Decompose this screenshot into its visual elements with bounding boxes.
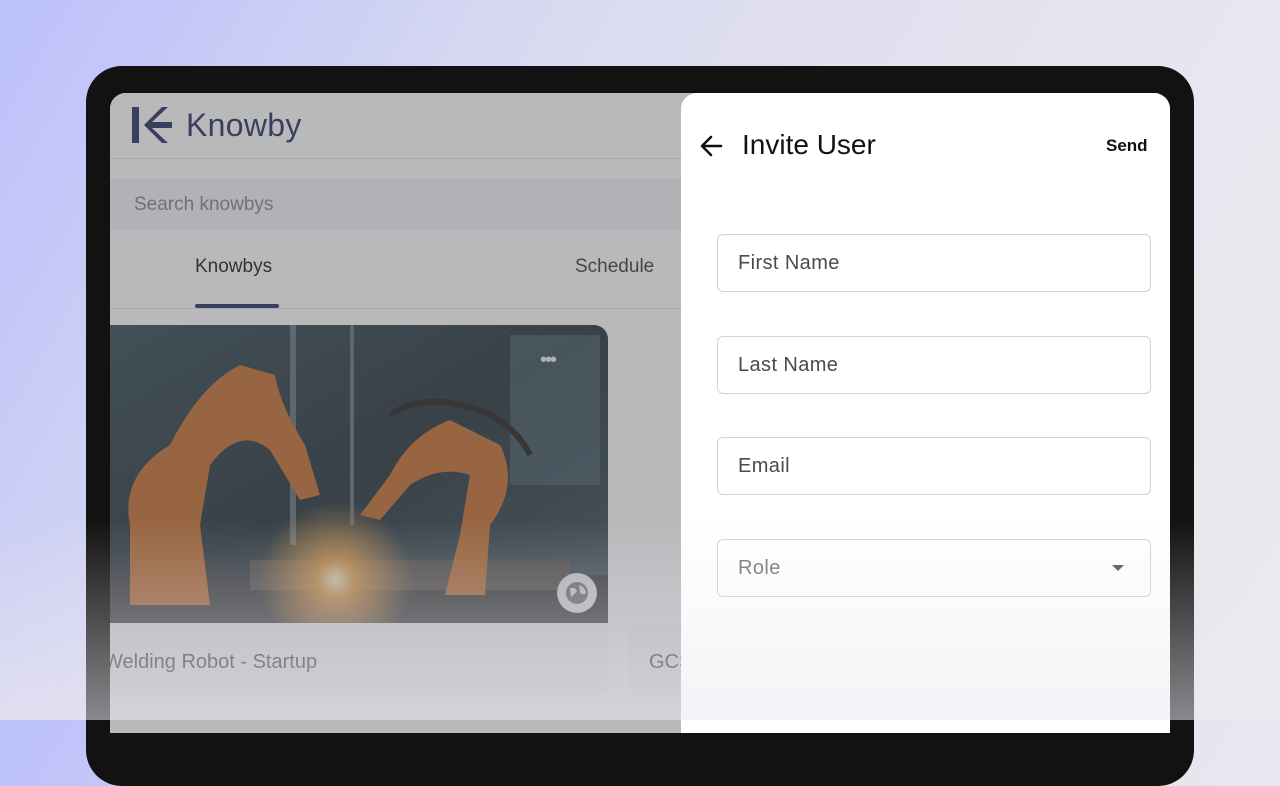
- last-name-placeholder: Last Name: [738, 354, 839, 376]
- email-placeholder: Email: [738, 455, 791, 477]
- first-name-placeholder: First Name: [738, 252, 840, 274]
- send-button[interactable]: Send: [1106, 136, 1148, 156]
- arrow-back-icon[interactable]: [697, 131, 731, 161]
- last-name-field[interactable]: Last Name: [717, 336, 1151, 394]
- role-select[interactable]: Role: [717, 539, 1151, 597]
- role-placeholder: Role: [738, 557, 781, 579]
- invite-user-panel: Invite User Send First Name Last Name Em…: [681, 93, 1170, 733]
- tablet-screen: Knowby Search knowbys Knowbys Schedule •…: [110, 93, 1170, 733]
- panel-title: Invite User: [742, 129, 876, 160]
- dropdown-caret-icon: [1112, 565, 1124, 571]
- email-field[interactable]: Email: [717, 437, 1151, 495]
- first-name-field[interactable]: First Name: [717, 234, 1151, 292]
